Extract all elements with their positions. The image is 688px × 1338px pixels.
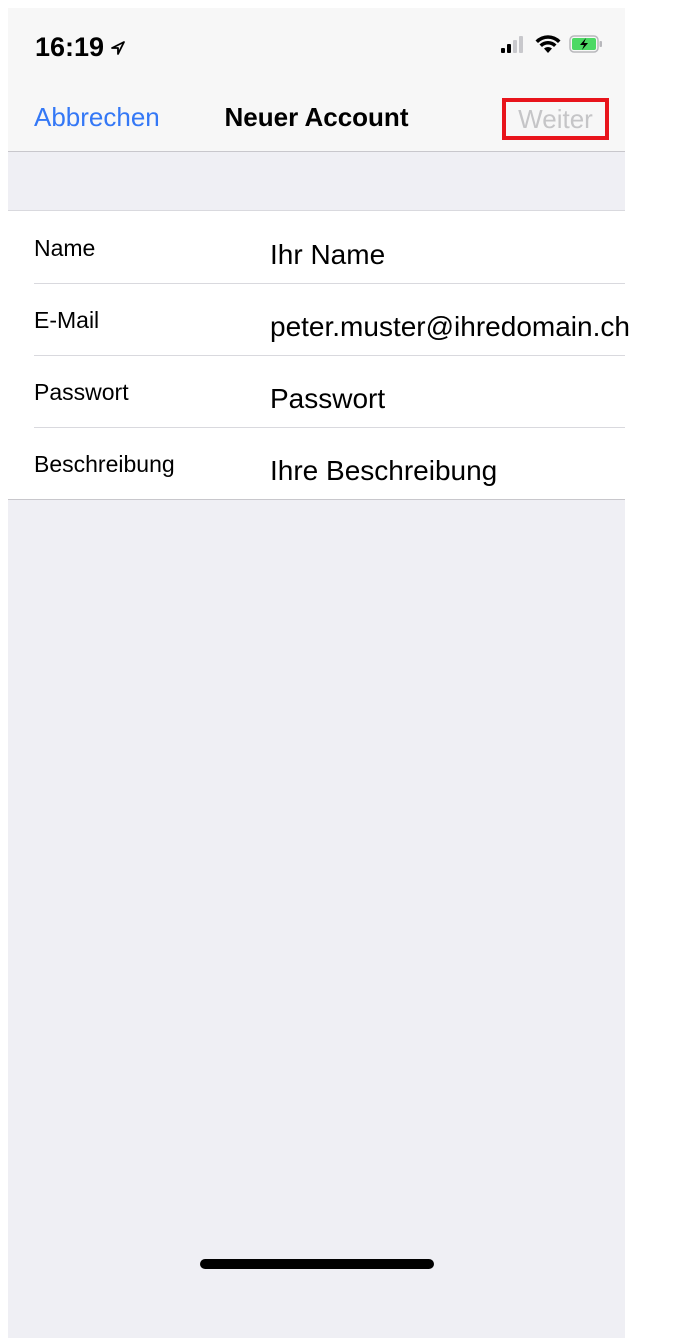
email-field[interactable]: peter.muster@ihredomain.ch [270,311,630,343]
form-row-email: E-Mail peter.muster@ihredomain.ch [8,283,630,355]
form-row-description: Beschreibung Ihre Beschreibung [8,427,625,499]
description-field[interactable]: Ihre Beschreibung [270,455,497,487]
home-indicator[interactable] [200,1259,434,1269]
cellular-signal-icon [501,35,527,58]
wifi-icon [535,34,561,59]
status-time: 16:19 [35,32,105,62]
name-label: Name [34,235,96,261]
description-label: Beschreibung [34,451,175,477]
phone-screen: 16:19 Abbrechen Neuer Account Weiter Nam… [8,8,630,1338]
status-bar: 16:19 [8,8,625,82]
battery-charging-icon [569,35,603,58]
status-time-group: 16:19 [35,32,126,63]
email-label: E-Mail [34,307,100,333]
next-button[interactable]: Weiter [502,98,609,140]
cancel-button[interactable]: Abbrechen [34,102,160,133]
password-label: Passwort [34,379,129,405]
navigation-bar: Abbrechen Neuer Account Weiter [8,82,625,152]
form-row-name: Name Ihr Name [8,211,625,283]
next-button-label: Weiter [518,103,593,134]
location-arrow-icon [110,40,126,56]
account-form: Name Ihr Name E-Mail peter.muster@ihredo… [8,210,630,500]
status-icons [501,34,603,59]
form-row-password: Passwort Passwort [8,355,625,427]
name-field[interactable]: Ihr Name [270,239,385,271]
password-field[interactable]: Passwort [270,383,385,415]
